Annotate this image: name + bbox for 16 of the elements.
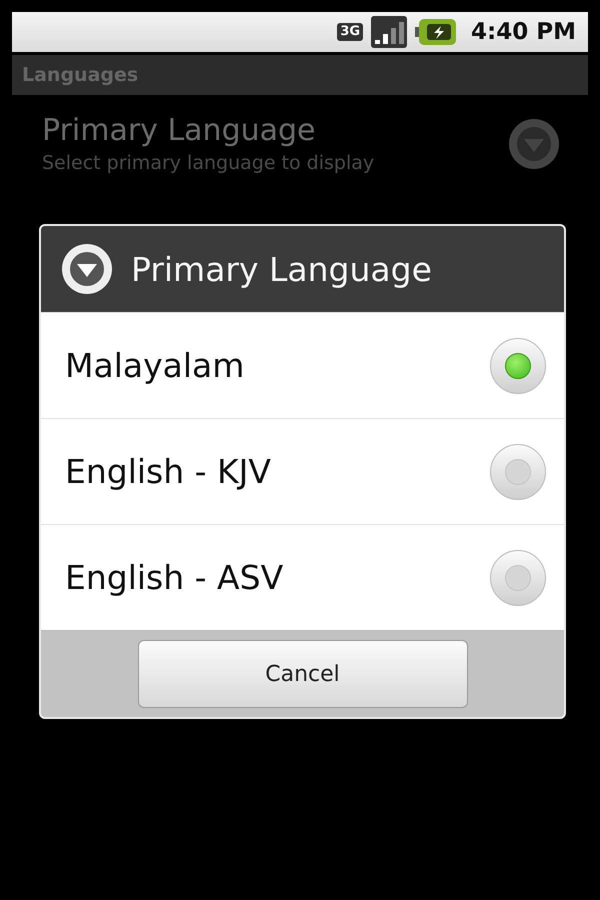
option-label: English - KJV	[65, 452, 271, 491]
network-type: 3G	[337, 23, 364, 41]
preference-title: Primary Language	[42, 113, 317, 148]
option-row[interactable]: Malayalam	[41, 312, 564, 418]
dropdown-icon	[508, 118, 560, 170]
signal-icon	[371, 16, 408, 48]
option-row[interactable]: English - KJV	[41, 418, 564, 524]
clock: 4:40 PM	[471, 19, 576, 45]
dialog-title: Primary Language	[131, 250, 432, 288]
cancel-button[interactable]: Cancel	[138, 640, 468, 708]
option-label: Malayalam	[65, 346, 244, 385]
option-label: English - ASV	[65, 558, 284, 597]
dropdown-icon	[61, 243, 113, 295]
preference-summary: Select primary language to display	[42, 152, 376, 174]
screen-title: Languages	[22, 64, 138, 86]
battery-icon	[415, 18, 458, 46]
